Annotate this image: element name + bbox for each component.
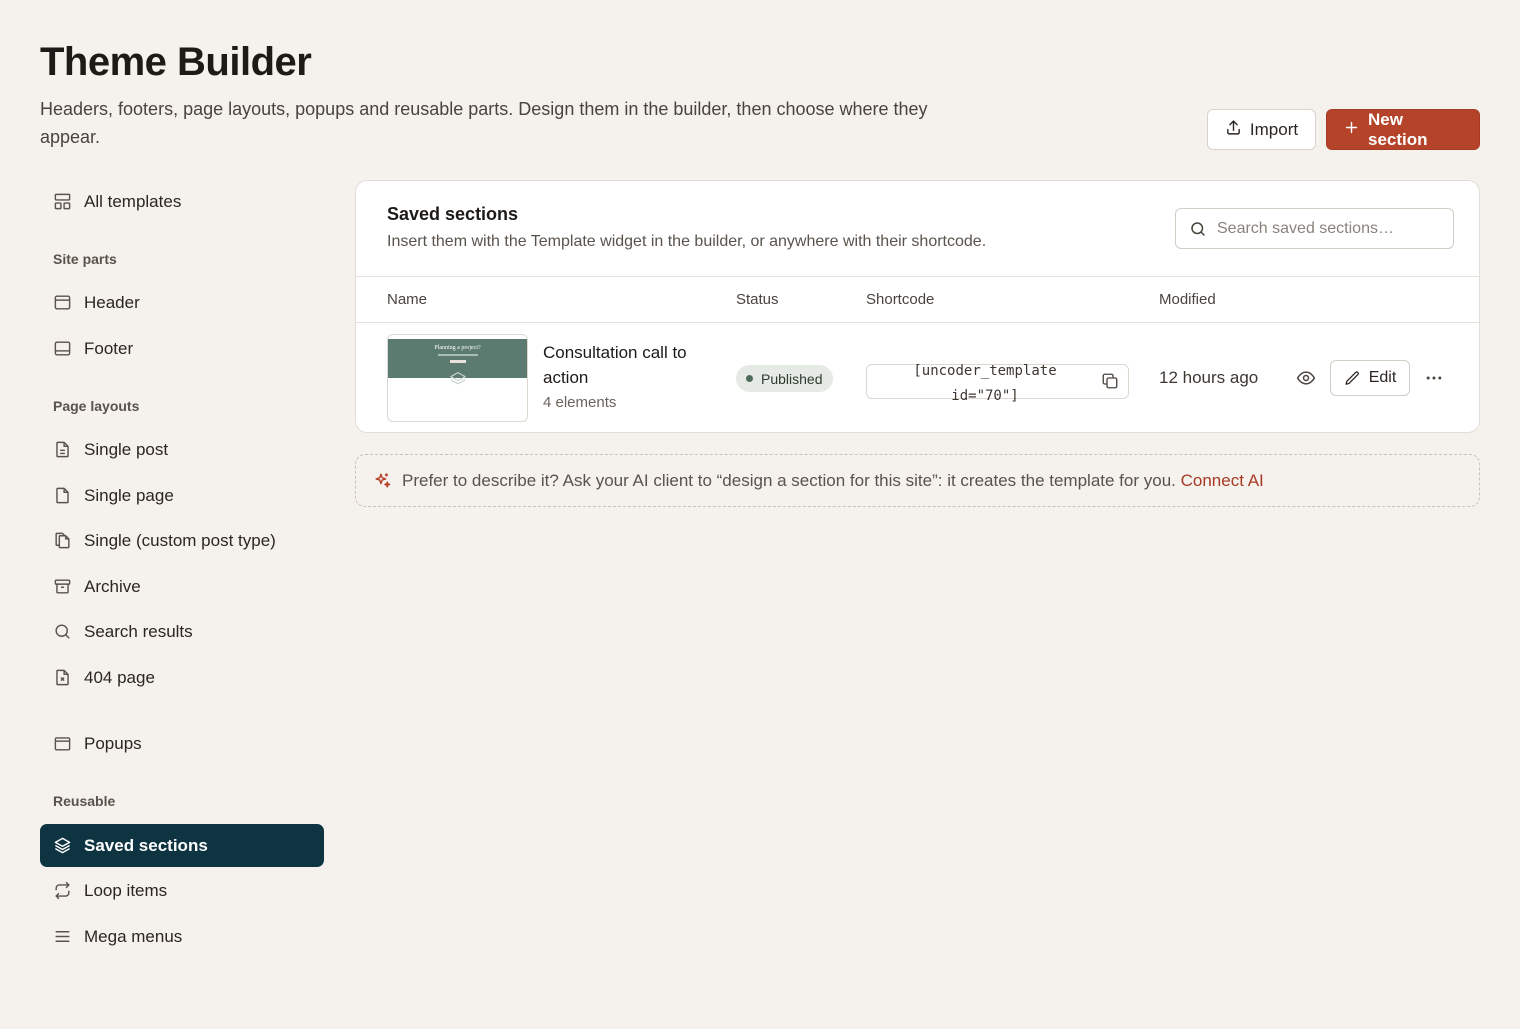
sidebar-item-label: Single post bbox=[84, 439, 169, 459]
status-label: Published bbox=[761, 370, 823, 387]
sidebar-item-label: Single (custom post type) bbox=[84, 530, 276, 550]
search-icon bbox=[55, 624, 70, 639]
sidebar-item-mega-menus[interactable]: Mega menus bbox=[40, 915, 324, 958]
search-icon bbox=[1191, 221, 1205, 236]
sidebar-item-loop-items[interactable]: Loop items bbox=[40, 869, 324, 912]
search-input[interactable] bbox=[1217, 219, 1437, 238]
sidebar-item-label: Single page bbox=[84, 485, 174, 505]
sidebar-item-label: Loop items bbox=[84, 880, 168, 900]
sidebar-item-saved-sections[interactable]: Saved sections bbox=[40, 824, 324, 867]
column-header-shortcode: Shortcode bbox=[866, 291, 935, 308]
edit-label: Edit bbox=[1368, 369, 1397, 386]
status-dot bbox=[746, 375, 753, 382]
sidebar-group-site-parts: Site parts bbox=[53, 251, 117, 267]
file-x-icon bbox=[56, 669, 69, 686]
sidebar-item-single-post[interactable]: Single post bbox=[40, 428, 324, 471]
column-header-status[interactable]: Status bbox=[736, 291, 779, 308]
sidebar-item-label: Mega menus bbox=[84, 926, 183, 946]
archive-icon bbox=[54, 579, 71, 594]
repeat-icon bbox=[55, 881, 70, 900]
plus-icon bbox=[1343, 119, 1360, 141]
sidebar-item-popups[interactable]: Popups bbox=[40, 722, 324, 765]
sidebar-item-label: Archive bbox=[84, 576, 141, 596]
layers-icon bbox=[54, 837, 71, 854]
preview-button[interactable] bbox=[1296, 368, 1318, 388]
file-text-icon bbox=[56, 441, 69, 458]
section-name[interactable]: Consultation call to action bbox=[543, 340, 718, 390]
section-element-count: 4 elements bbox=[543, 394, 617, 411]
sidebar-item-label: 404 page bbox=[84, 667, 155, 687]
pencil-icon bbox=[1345, 370, 1359, 385]
modified-time: 12 hours ago bbox=[1159, 368, 1259, 387]
search-box[interactable] bbox=[1175, 208, 1454, 249]
layers-icon bbox=[450, 372, 466, 385]
shortcode-field[interactable]: [uncoder_template id="70"] bbox=[866, 363, 1129, 404]
sidebar-item-archive[interactable]: Archive bbox=[40, 565, 324, 608]
sidebar-item-header[interactable]: Header bbox=[40, 281, 324, 324]
panel-description: Insert them with the Template widget in … bbox=[387, 233, 987, 250]
saved-sections-panel: Saved sections Insert them with the Temp… bbox=[355, 180, 1480, 433]
panel-title: Saved sections bbox=[387, 204, 519, 224]
layout-icon bbox=[54, 193, 71, 210]
copy-shortcode-button[interactable] bbox=[1101, 372, 1121, 392]
footer-layout-icon bbox=[54, 341, 71, 356]
sidebar-item-single-page[interactable]: Single page bbox=[40, 474, 324, 517]
column-header-name[interactable]: Name bbox=[387, 291, 427, 308]
sidebar-group-reusable: Reusable bbox=[53, 793, 116, 809]
sidebar-item-all-templates[interactable]: All templates bbox=[40, 180, 324, 223]
sidebar-item-404-page[interactable]: 404 page bbox=[40, 656, 324, 699]
sidebar-item-label: All templates bbox=[84, 191, 182, 211]
section-thumbnail[interactable]: Planning a project? bbox=[387, 334, 528, 422]
file-icon bbox=[56, 487, 69, 504]
sidebar-item-footer[interactable]: Footer bbox=[40, 327, 324, 370]
eye-icon bbox=[1296, 371, 1316, 385]
page-title: Theme Builder bbox=[40, 40, 312, 84]
more-actions-button[interactable] bbox=[1424, 368, 1446, 388]
thumbnail-heading: Planning a project? bbox=[434, 345, 481, 351]
import-button[interactable]: Import bbox=[1207, 109, 1316, 150]
thumbnail-text-line bbox=[438, 354, 478, 356]
header-layout-icon bbox=[54, 295, 71, 310]
sidebar-item-label: Saved sections bbox=[84, 835, 208, 855]
column-header-modified[interactable]: Modified bbox=[1159, 291, 1216, 308]
new-section-label: New section bbox=[1368, 109, 1428, 149]
files-icon bbox=[55, 532, 70, 549]
thumbnail-button bbox=[450, 360, 466, 363]
sidebar-item-search-results[interactable]: Search results bbox=[40, 610, 324, 653]
ai-hint-banner: Prefer to describe it? Ask your AI clien… bbox=[355, 454, 1480, 507]
edit-button[interactable]: Edit bbox=[1330, 360, 1410, 396]
table-row: Planning a project? Consultation call to… bbox=[356, 323, 1479, 433]
menu-icon bbox=[55, 931, 70, 942]
sidebar-item-label: Footer bbox=[84, 338, 134, 358]
sparkles-icon bbox=[375, 473, 391, 488]
sidebar-item-label: Header bbox=[84, 292, 140, 312]
connect-ai-link[interactable]: Connect AI bbox=[1181, 471, 1264, 490]
import-label: Import bbox=[1249, 119, 1299, 139]
sidebar-item-label: Popups bbox=[84, 733, 142, 753]
sidebar-item-single-custom-post-type[interactable]: Single (custom post type) bbox=[40, 519, 324, 562]
copy-icon bbox=[1102, 373, 1118, 389]
upload-icon bbox=[1225, 119, 1242, 141]
sidebar-group-page-layouts: Page layouts bbox=[53, 398, 140, 414]
sidebar-item-label: Search results bbox=[84, 621, 193, 641]
page-subtitle: Headers, footers, page layouts, popups a… bbox=[40, 99, 928, 147]
window-icon bbox=[54, 737, 71, 751]
more-horizontal-icon bbox=[1426, 376, 1442, 380]
ai-hint-text: Prefer to describe it? Ask your AI clien… bbox=[402, 470, 1176, 490]
status-badge: Published bbox=[736, 365, 833, 392]
table-header: Name Status Shortcode Modified bbox=[356, 276, 1479, 323]
new-section-button[interactable]: New section bbox=[1326, 109, 1480, 150]
shortcode-text: [uncoder_template id="70"] bbox=[913, 363, 1057, 404]
